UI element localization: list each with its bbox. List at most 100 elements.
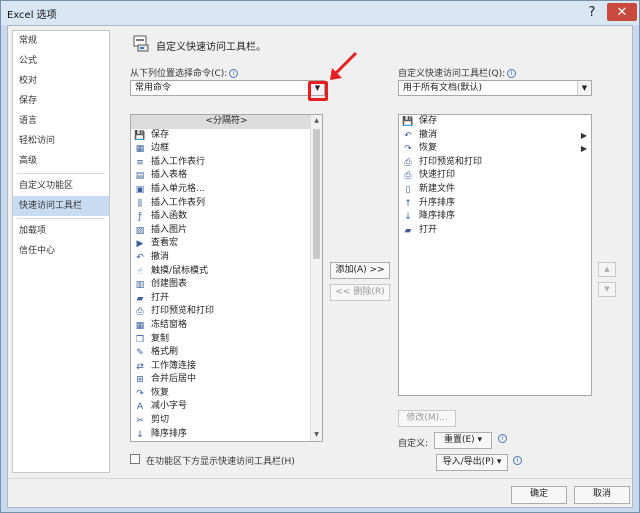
- sidebar-item[interactable]: 保存: [13, 91, 109, 111]
- help-button[interactable]: ?: [579, 3, 605, 21]
- list-item-label: 保存: [151, 129, 170, 140]
- redo-icon: ↷: [404, 144, 412, 155]
- chart-icon: ▥: [135, 280, 145, 291]
- list-item-label: 降序排序: [151, 428, 188, 439]
- list-item[interactable]: ↑ 升序排序: [399, 197, 591, 211]
- list-item[interactable]: ƒ 插入函数: [131, 210, 322, 224]
- list-item[interactable]: A 减小字号: [131, 400, 322, 414]
- sidebar-item[interactable]: 信任中心: [13, 241, 109, 261]
- sidebar-item[interactable]: 轻松访问: [13, 131, 109, 151]
- list-item[interactable]: ▰ 打开: [399, 224, 591, 238]
- function-icon: ƒ: [138, 212, 142, 223]
- list-item[interactable]: ▨ 插入图片: [131, 224, 322, 238]
- submenu-arrow-icon: ▶: [580, 130, 587, 140]
- sidebar-item[interactable]: 校对: [13, 71, 109, 91]
- scroll-down-icon[interactable]: ▼: [311, 429, 322, 441]
- sidebar-item[interactable]: 高级: [13, 151, 109, 171]
- cancel-button[interactable]: 取消: [574, 486, 630, 504]
- commands-scrollbar[interactable]: ▲ ▼: [310, 115, 322, 441]
- reset-button[interactable]: 重置(E) ▾: [434, 432, 492, 449]
- close-button[interactable]: ✕: [607, 3, 637, 21]
- list-item[interactable]: ⎙ 打印预览和打印: [131, 305, 322, 319]
- sidebar-item[interactable]: 快速访问工具栏: [13, 196, 109, 216]
- list-item[interactable]: ❐ 复制: [131, 333, 322, 347]
- freeze-icon: ▦: [135, 320, 145, 331]
- list-item[interactable]: ↓ 降序排序: [399, 210, 591, 224]
- sidebar-item[interactable]: 加载项: [13, 221, 109, 241]
- sidebar-divider: [17, 218, 105, 219]
- list-item[interactable]: ▥ 创建图表: [131, 278, 322, 292]
- list-item[interactable]: ≡ 插入工作表行: [131, 156, 322, 170]
- insert-column-icon: ⫼: [137, 198, 143, 209]
- title-bar: Excel 选项 ? ✕: [1, 1, 639, 25]
- list-item-label: 撤消: [419, 129, 438, 140]
- list-item[interactable]: ↶撤消▶: [399, 129, 591, 143]
- choose-commands-dropdown[interactable]: 常用命令 ▼: [130, 80, 325, 96]
- show-below-ribbon-checkbox[interactable]: [130, 454, 140, 464]
- list-item[interactable]: ⎙ 打印预览和打印: [399, 156, 591, 170]
- font-smaller-icon: A: [136, 402, 144, 413]
- scroll-thumb[interactable]: [313, 129, 320, 259]
- connection-icon: ⇄: [136, 361, 144, 372]
- list-item-label: 降序排序: [419, 211, 456, 222]
- list-item[interactable]: ⎙ 快速打印: [399, 169, 591, 183]
- list-item[interactable]: ▶ 查看宏: [131, 237, 322, 251]
- separator-item[interactable]: <分隔符>: [131, 115, 322, 129]
- sidebar-item[interactable]: 公式: [13, 51, 109, 71]
- list-item-label: 冻结窗格: [151, 319, 188, 330]
- list-item[interactable]: ↓ 降序排序: [131, 428, 322, 441]
- list-item-label: 恢复: [419, 143, 438, 154]
- list-item[interactable]: 💾 保存: [131, 129, 322, 143]
- list-item[interactable]: ↷ 恢复 ▶: [399, 142, 591, 156]
- modify-button[interactable]: 修改(M)...: [398, 410, 456, 427]
- sort-desc-icon: ↓: [404, 212, 412, 223]
- toolbar-scope-dropdown[interactable]: 用于所有文档(默认) ▼: [398, 80, 592, 96]
- list-item[interactable]: ⇄ 工作簿连接: [131, 360, 322, 374]
- add-button[interactable]: 添加(A) >>: [330, 262, 390, 279]
- options-sidebar: 常规 公式 校对 保存 语言 轻松访问 高级 自定义功能区 快速访问工具栏 加载项 信任中心: [12, 30, 110, 473]
- import-export-info: i: [511, 456, 522, 466]
- move-up-button[interactable]: ▲: [598, 262, 616, 277]
- list-item[interactable]: ▤ 插入表格: [131, 169, 322, 183]
- new-file-icon: ▯: [405, 184, 411, 195]
- move-down-button[interactable]: ▼: [598, 282, 616, 297]
- list-item[interactable]: ✎ 格式刷: [131, 346, 322, 360]
- sidebar-item[interactable]: 自定义功能区: [13, 176, 109, 196]
- list-item[interactable]: ⫼ 插入工作表列: [131, 197, 322, 211]
- list-item[interactable]: ▰ 打开: [131, 292, 322, 306]
- list-item[interactable]: ⊞ 合并后居中: [131, 373, 322, 387]
- list-item[interactable]: ▯ 新建文件: [399, 183, 591, 197]
- copy-icon: ❐: [135, 334, 145, 345]
- list-item[interactable]: ☝触摸/鼠标模式▶: [131, 265, 322, 279]
- list-item-label: 复制: [151, 333, 170, 344]
- list-item-label: 插入工作表列: [151, 197, 206, 208]
- list-item[interactable]: ▣ 插入单元格...: [131, 183, 322, 197]
- list-item[interactable]: 💾 保存: [399, 115, 591, 129]
- available-commands-list[interactable]: <分隔符> 💾 保存 ▦ 边框 ▶ ≡ 插入工作表行 ▤ 插入表格 ▣ 插入单元格... ⫼ 插入工作表列…: [130, 114, 323, 442]
- scroll-up-icon[interactable]: ▲: [311, 115, 322, 127]
- sort-asc-icon: ↑: [404, 198, 412, 209]
- ok-button[interactable]: 确定: [511, 486, 567, 504]
- import-export-button[interactable]: 导入/导出(P) ▾: [436, 454, 508, 471]
- toolbar-commands-list[interactable]: 💾 保存 ↶ 撤消 ▶ ↷ 恢复 ▶ ⎙ 打印预览和打印 ⎙ 快速打印 ▯ 新建文件 ↑ 升序排序 ↓ 降序排序 ▰…: [398, 114, 592, 396]
- list-item-label: 插入图片: [151, 224, 188, 235]
- chevron-down-icon[interactable]: ▼: [577, 81, 591, 95]
- sidebar-item[interactable]: 语言: [13, 111, 109, 131]
- list-item-label: 工作簿连接: [151, 360, 197, 371]
- list-item[interactable]: ▦边框▶: [131, 142, 322, 156]
- print-preview-icon: ⎙: [404, 157, 412, 168]
- reset-info: i: [496, 434, 507, 444]
- list-item[interactable]: ↶撤消▶: [131, 251, 322, 265]
- list-item-label: 插入工作表行: [151, 156, 206, 167]
- list-item[interactable]: ↷恢复▶: [131, 387, 322, 401]
- page-heading: 自定义快速访问工具栏。: [156, 42, 266, 53]
- annotation-highlight-box: [308, 81, 328, 101]
- list-item[interactable]: ▦冻结窗格▶: [131, 319, 322, 333]
- list-item-label: 插入函数: [151, 211, 188, 222]
- list-item[interactable]: ✂ 剪切: [131, 414, 322, 428]
- sidebar-item[interactable]: 常规: [13, 31, 109, 51]
- touch-icon: ☝: [137, 266, 143, 277]
- insert-cell-icon: ▣: [135, 184, 145, 195]
- remove-button[interactable]: << 删除(R): [330, 284, 390, 301]
- submenu-arrow-icon: ▶: [580, 144, 587, 154]
